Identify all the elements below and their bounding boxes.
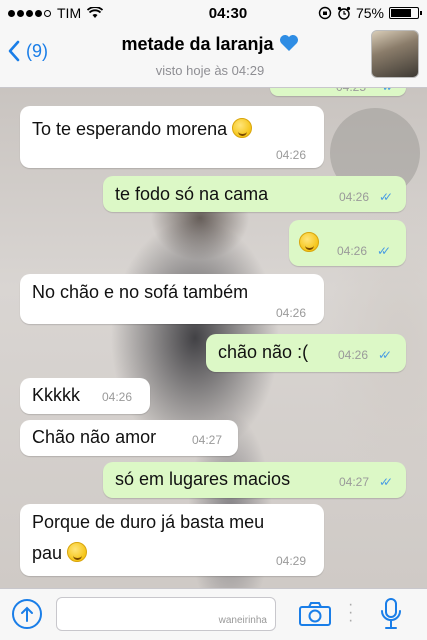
message-time: 04:26 bbox=[337, 244, 368, 258]
message-text: No chão e no sofá também bbox=[32, 282, 249, 302]
message-time: 04:27 bbox=[192, 433, 223, 447]
carrier-name: TIM bbox=[57, 5, 82, 21]
camera-button[interactable] bbox=[298, 601, 332, 632]
share-button[interactable] bbox=[12, 599, 42, 629]
wink-emoji-icon bbox=[299, 232, 319, 252]
status-bar: TIM 04:30 75% bbox=[0, 0, 427, 26]
contact-name-text: metade da laranja bbox=[121, 34, 274, 54]
read-ticks-icon: ✓✓ bbox=[379, 475, 393, 489]
message-time: 04:27 bbox=[339, 475, 370, 489]
message-text: te fodo só na cama bbox=[115, 184, 269, 204]
message-input[interactable]: waneirinha bbox=[56, 597, 276, 631]
chevron-left-icon bbox=[8, 40, 20, 62]
message-time: 04:26 bbox=[102, 390, 133, 404]
alarm-icon bbox=[337, 6, 351, 20]
message-time: 04:26 bbox=[339, 190, 370, 204]
battery-percent: 75% bbox=[355, 5, 384, 21]
vertical-dots-icon: · · · bbox=[348, 596, 354, 629]
message-bubble-outgoing[interactable]: chão não :( 04:26 ✓✓ bbox=[206, 334, 406, 372]
message-bubble-incoming[interactable]: Porque de duro já basta meu pau 04:29 bbox=[20, 504, 324, 576]
message-bubble-outgoing[interactable]: 04:26 ✓✓ bbox=[289, 220, 406, 266]
message-bubble-incoming[interactable]: Kkkkk 04:26 bbox=[20, 378, 150, 414]
unread-count: (9) bbox=[26, 40, 48, 61]
smirk-emoji-icon bbox=[232, 118, 253, 138]
message-input-bar: waneirinha · · · bbox=[0, 588, 427, 640]
read-ticks-icon: ✓✓ bbox=[379, 190, 393, 204]
read-ticks-icon: ✓✓ bbox=[378, 348, 392, 362]
message-bubble-outgoing[interactable]: só em lugares macios 04:27 ✓✓ bbox=[103, 462, 406, 498]
blue-heart-icon bbox=[279, 35, 298, 51]
message-text: Kkkkk bbox=[32, 385, 81, 405]
message-bubble-incoming[interactable]: No chão e no sofá também 04:26 bbox=[20, 274, 324, 324]
microphone-icon bbox=[381, 598, 401, 629]
rotation-lock-icon bbox=[318, 6, 332, 20]
read-ticks-icon: ✓✓ bbox=[377, 244, 391, 258]
camera-icon bbox=[299, 602, 331, 626]
message-time: 04:29 bbox=[276, 554, 307, 568]
contact-avatar[interactable] bbox=[371, 30, 419, 78]
message-time: 04:26 bbox=[338, 348, 369, 362]
message-text: To te esperando morena bbox=[32, 119, 228, 139]
battery-icon bbox=[389, 7, 422, 19]
message-bubble-outgoing[interactable]: te fodo só na cama 04:26 ✓✓ bbox=[103, 176, 406, 212]
back-button[interactable]: (9) bbox=[8, 40, 48, 62]
contact-name[interactable]: metade da laranja bbox=[90, 34, 330, 55]
message-bubble-incoming[interactable]: Chão não amor 04:27 bbox=[20, 420, 238, 456]
signal-strength-icon bbox=[8, 9, 51, 17]
message-text: só em lugares macios bbox=[115, 469, 291, 489]
message-text: chão não :( bbox=[218, 342, 309, 362]
smirk-emoji-icon bbox=[67, 542, 88, 562]
message-time: 04:26 bbox=[276, 306, 307, 320]
last-seen-status: visto hoje às 04:29 bbox=[155, 63, 265, 78]
message-time: 04:26 bbox=[276, 148, 307, 162]
wifi-icon bbox=[87, 7, 104, 18]
message-text: Porque de duro já basta meu bbox=[32, 512, 265, 532]
message-bubble-incoming[interactable]: To te esperando morena 04:26 bbox=[20, 106, 324, 168]
watermark-text: waneirinha bbox=[218, 615, 267, 626]
message-text: pau bbox=[32, 543, 63, 563]
message-text: Chão não amor bbox=[32, 427, 157, 447]
arrow-up-icon bbox=[21, 606, 33, 622]
status-time: 04:30 bbox=[208, 4, 248, 22]
microphone-button[interactable] bbox=[380, 597, 402, 636]
chat-header: (9) metade da laranja visto hoje às 04:2… bbox=[0, 26, 427, 88]
